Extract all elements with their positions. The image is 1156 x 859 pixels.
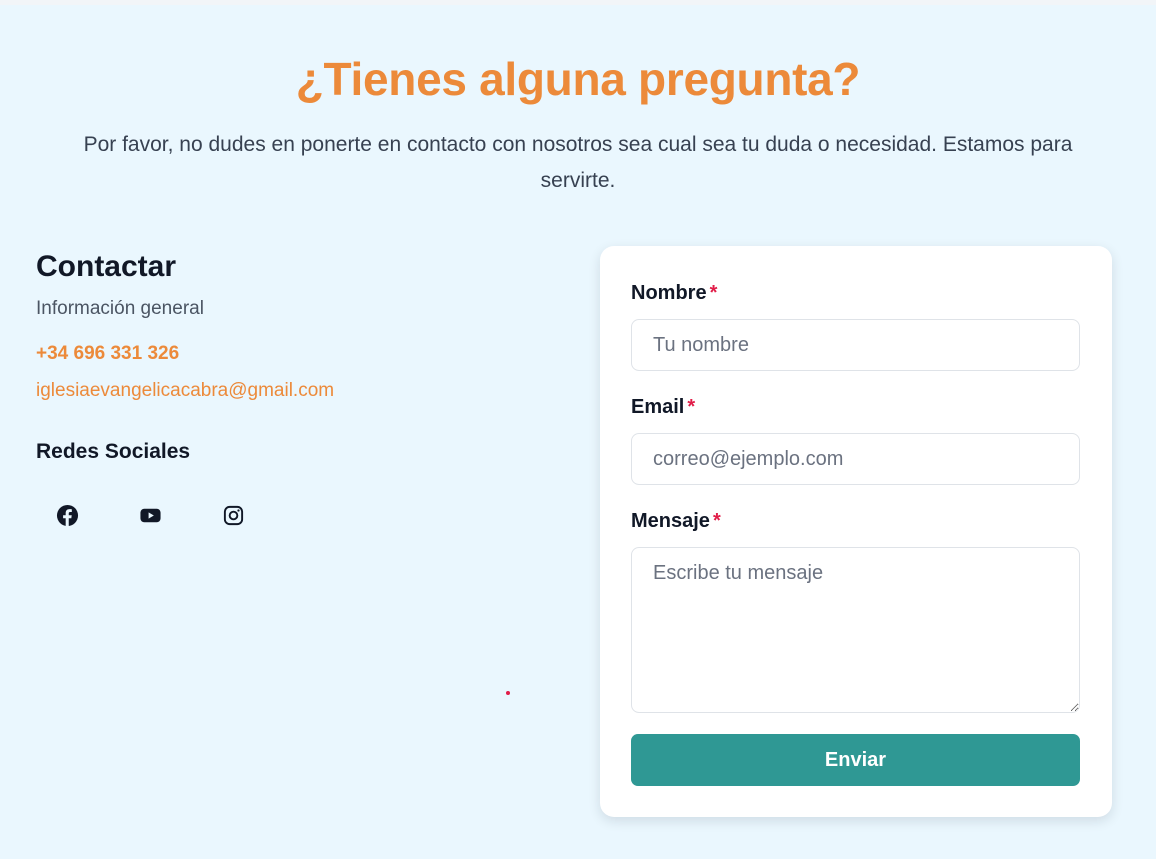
required-marker: *: [712, 510, 721, 532]
facebook-link[interactable]: [46, 494, 89, 537]
contact-info: Contactar Información general +34 696 33…: [36, 248, 536, 537]
submit-button[interactable]: Enviar: [631, 734, 1080, 786]
contact-title: Contactar: [36, 250, 177, 283]
required-marker: *: [709, 282, 718, 304]
email-input[interactable]: [631, 433, 1080, 485]
instagram-link[interactable]: [212, 494, 255, 537]
social-title: Redes Sociales: [36, 440, 191, 463]
message-label: Mensaje *: [631, 510, 721, 533]
page-title: ¿Tienes alguna pregunta?: [295, 53, 861, 105]
top-strip: [0, 0, 1156, 5]
message-textarea[interactable]: [631, 547, 1080, 713]
youtube-link[interactable]: [129, 494, 172, 537]
email-label: Email *: [631, 396, 695, 419]
intro-text: Por favor, no dudes en ponerte en contac…: [83, 133, 1073, 192]
required-marker: *: [687, 396, 696, 418]
name-label: Nombre *: [631, 282, 717, 305]
social-links: [46, 494, 536, 537]
message-label-text: Mensaje: [631, 510, 710, 532]
contact-form: Nombre* Email* Mensaje* Enviar: [600, 246, 1112, 817]
phone-link[interactable]: +34 696 331 326: [36, 341, 536, 367]
instagram-icon: [223, 505, 244, 526]
contact-subtitle: Información general: [36, 298, 204, 319]
name-label-text: Nombre: [631, 282, 707, 304]
email-label-text: Email: [631, 396, 685, 418]
decorative-dot: [506, 691, 510, 695]
name-input[interactable]: [631, 319, 1080, 371]
youtube-icon: [140, 508, 161, 523]
email-link[interactable]: iglesiaevangelicacabra@gmail.com: [36, 378, 536, 404]
facebook-icon: [56, 504, 79, 527]
